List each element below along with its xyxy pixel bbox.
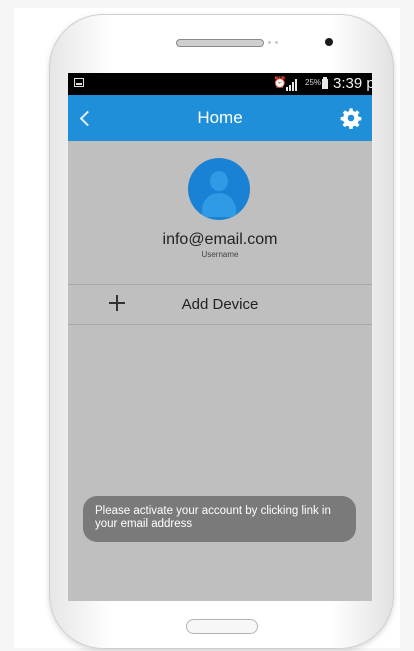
status-time: 3:39 pm [333,75,372,92]
home-button[interactable] [186,619,258,634]
add-device-label: Add Device [181,296,259,313]
profile-section: info@email.com Username [68,141,372,284]
battery-percent: 25% [305,78,322,87]
earpiece-speaker [176,39,264,47]
sensor-dot [275,41,278,44]
battery-icon [322,77,328,89]
username-label: Username [201,250,239,259]
user-email: info@email.com [162,231,278,248]
gear-icon[interactable] [340,107,362,130]
user-avatar-icon[interactable] [188,158,250,220]
page-title: Home [197,108,243,127]
app-bar: Home [68,95,372,141]
status-bar: ⏰ 25% 3:39 pm [68,73,372,95]
phone-screen: ⏰ 25% 3:39 pm Home info@email.com Userna… [68,73,372,601]
activation-toast: Please activate your account by clicking… [83,496,356,542]
screenshot-icon [74,78,84,87]
alarm-icon: ⏰ [273,77,287,89]
sensor-dot [268,41,271,44]
signal-icon [286,79,300,91]
toast-message: Please activate your account by clicking… [95,505,331,530]
add-device-button[interactable]: Add Device [68,284,372,324]
divider [68,324,372,325]
front-camera [325,38,333,46]
